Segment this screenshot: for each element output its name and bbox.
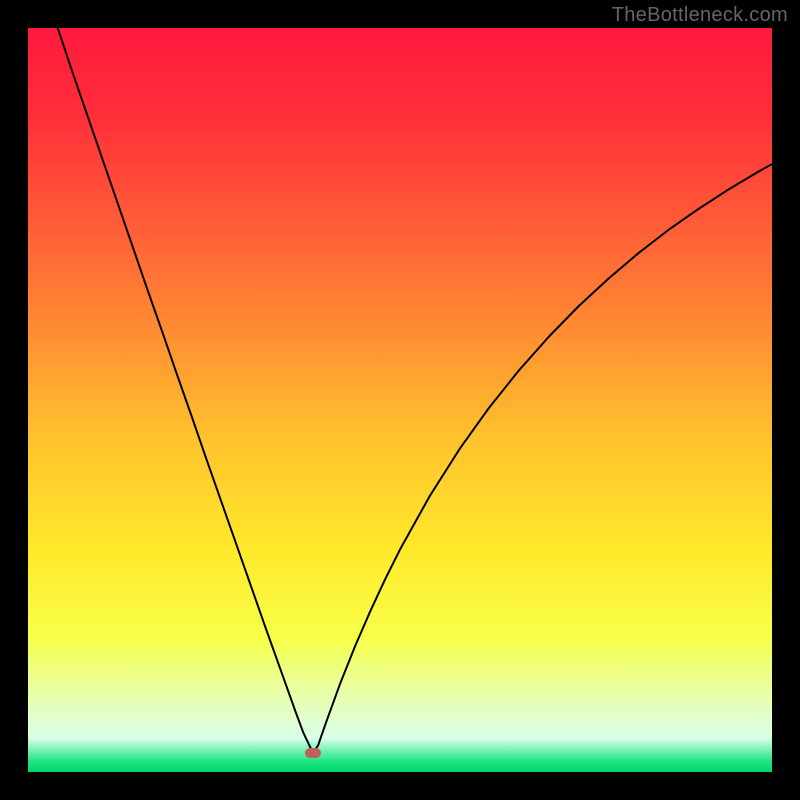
- stage: TheBottleneck.com: [0, 0, 800, 800]
- plot-area: [28, 28, 772, 772]
- minimum-marker: [305, 748, 321, 758]
- watermark-text: TheBottleneck.com: [612, 4, 788, 27]
- background-gradient: [28, 28, 772, 772]
